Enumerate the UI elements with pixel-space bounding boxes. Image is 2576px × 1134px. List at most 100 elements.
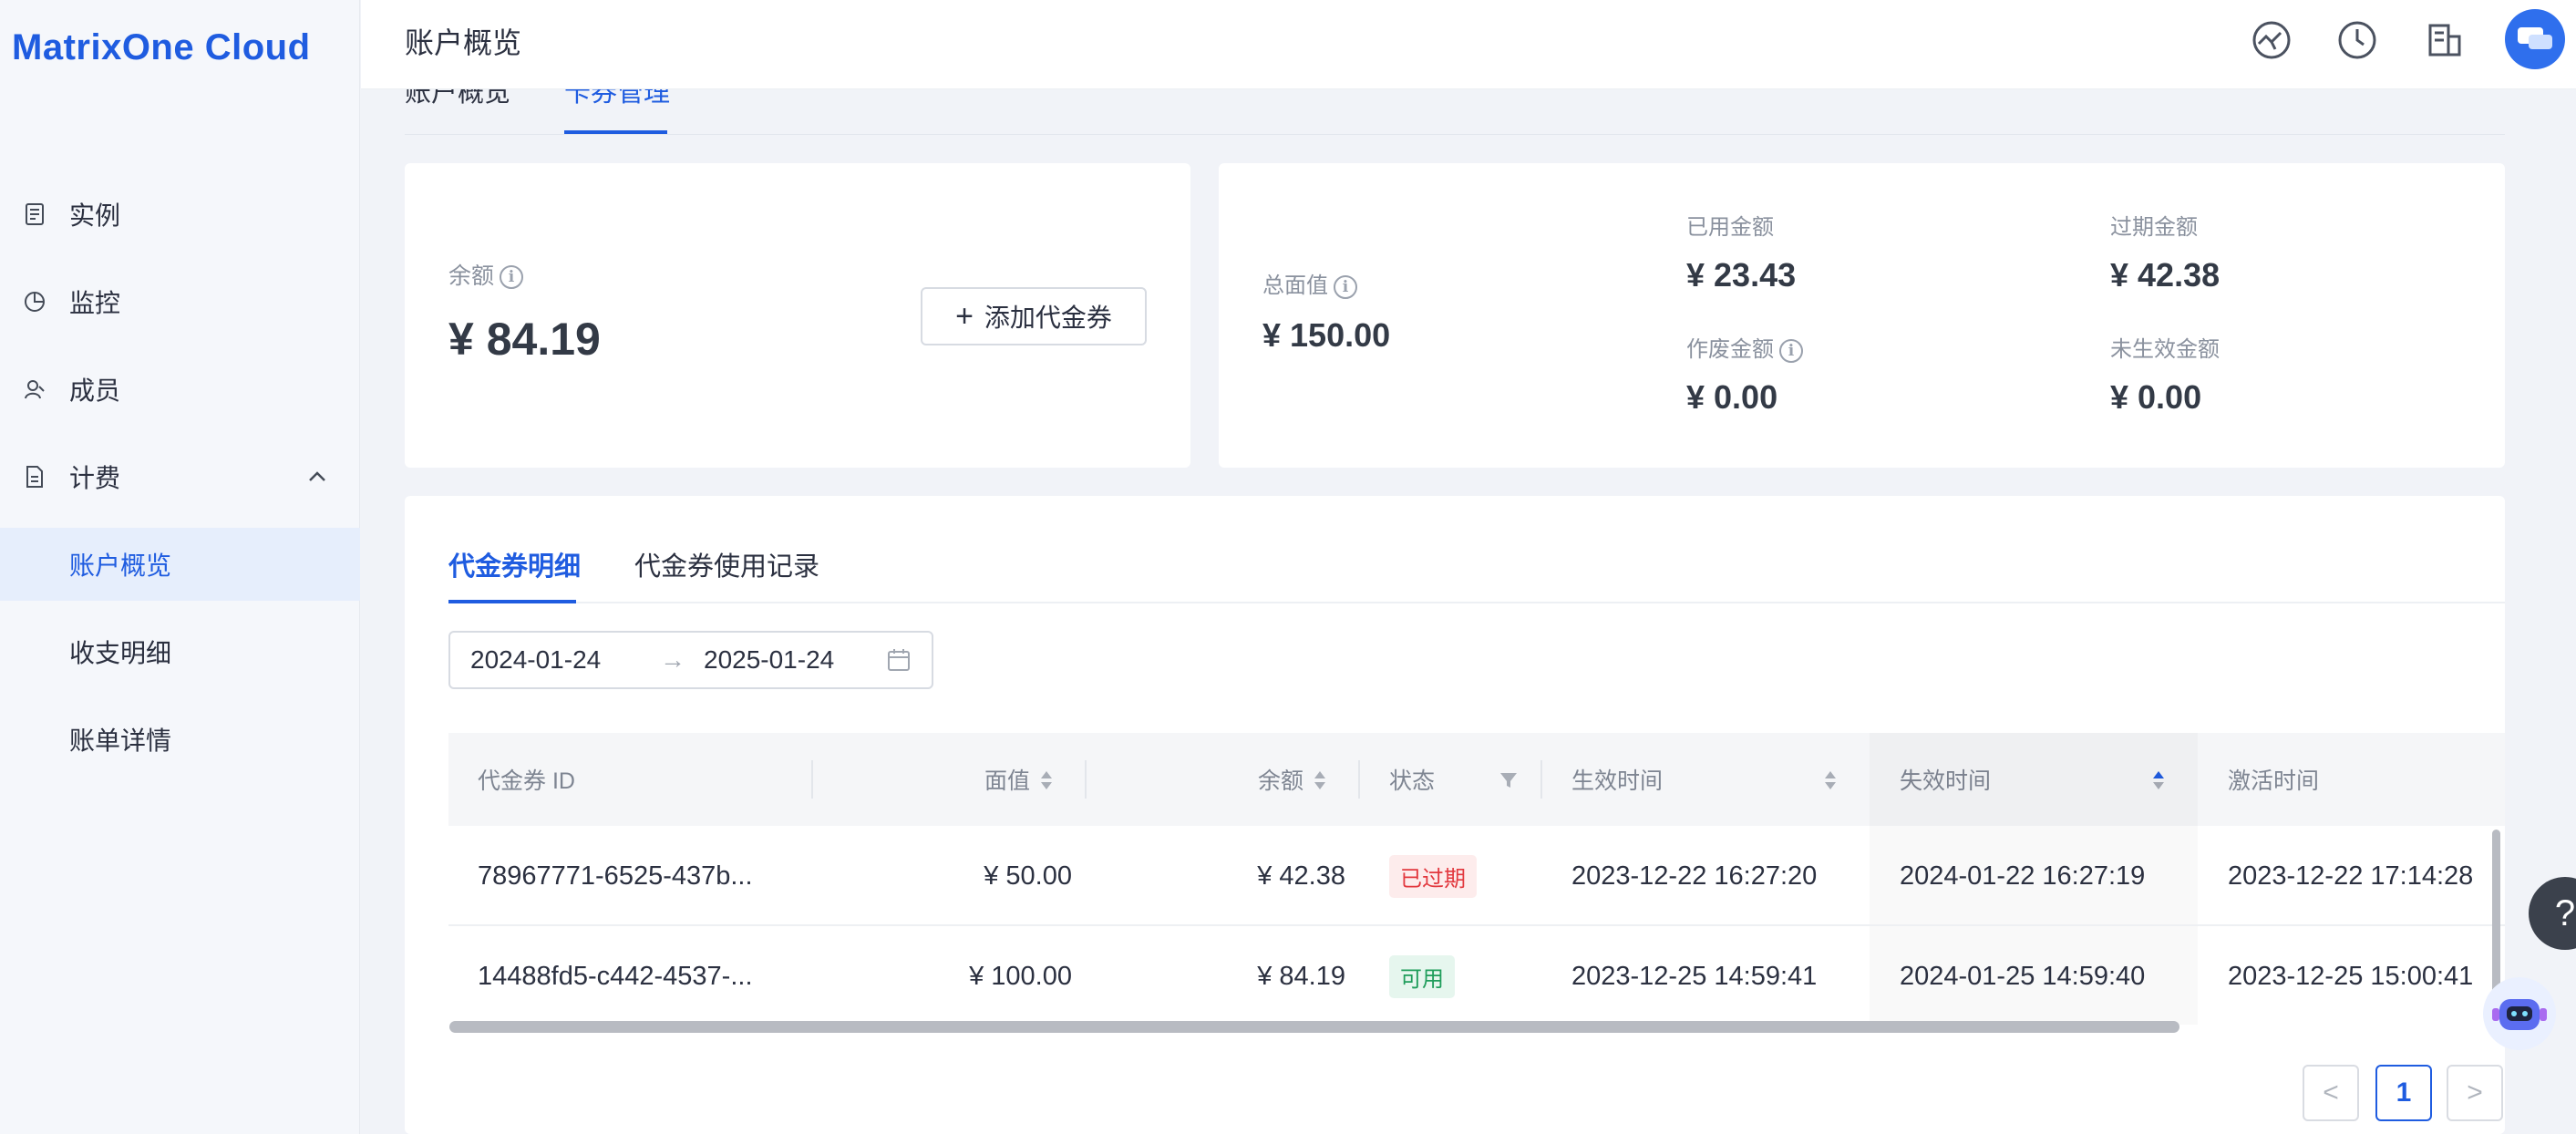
- status-badge: 已过期: [1389, 854, 1477, 898]
- plus-icon: +: [955, 298, 974, 334]
- chevron-up-icon[interactable]: [306, 468, 328, 486]
- sidebar-item-label: 实例: [69, 201, 121, 230]
- instance-icon: [26, 203, 44, 225]
- date-range-picker[interactable]: 2024-01-24 → 2025-01-24: [448, 631, 933, 689]
- expired-value: ¥ 42.38: [2110, 256, 2221, 294]
- page-title: 账户概览: [405, 26, 522, 59]
- col-activate-time: 激活时间: [2228, 768, 2320, 794]
- cell-voucher-id: 78967771-6525-437b...: [478, 861, 753, 891]
- cell-effective-time: 2023-12-25 14:59:41: [1571, 961, 1818, 991]
- help-button[interactable]: ?: [2529, 877, 2576, 950]
- assistant-bot-icon[interactable]: [2483, 977, 2556, 1050]
- info-icon[interactable]: i: [1779, 338, 1803, 363]
- balance-label: 余额: [448, 263, 495, 289]
- logo: MatrixOne Cloud: [12, 27, 311, 67]
- add-voucher-button[interactable]: + 添加代金券: [921, 287, 1147, 345]
- tab-voucher-usage[interactable]: 代金券使用记录: [634, 545, 819, 583]
- dashboard-icon[interactable]: [2251, 20, 2292, 60]
- sidebar: MatrixOne Cloud 实例 监控 成员 计费 账户概览 收支明细 账单…: [0, 0, 360, 1134]
- balance-label-row: 余额 i: [448, 258, 524, 291]
- sidebar-item-label: 成员: [69, 376, 121, 405]
- sort-icon[interactable]: [1039, 769, 1054, 791]
- tab-voucher-details[interactable]: 代金券明细: [448, 545, 581, 583]
- void-label-row: 作废金额 i: [1686, 331, 1803, 363]
- col-effective-time[interactable]: 生效时间: [1571, 733, 1663, 826]
- face-value-text: ¥ 50.00: [984, 861, 1072, 891]
- building-icon[interactable]: [2425, 20, 2465, 60]
- chat-bubble-icon: [2518, 27, 2552, 49]
- clock-icon[interactable]: [2337, 20, 2377, 60]
- table-row[interactable]: 78967771-6525-437b... ¥ 50.00 ¥ 42.38 已过…: [448, 826, 2505, 926]
- info-icon[interactable]: i: [500, 265, 524, 290]
- cell-expire-time: 2024-01-25 14:59:40: [1900, 961, 2146, 991]
- cell-activate-time: 2023-12-25 15:00:41: [2228, 961, 2474, 991]
- col-face-value[interactable]: 面值: [984, 733, 1030, 826]
- void-value: ¥ 0.00: [1686, 378, 1778, 416]
- total-value: ¥ 150.00: [1262, 316, 1391, 354]
- cell-balance: ¥ 84.19: [1232, 926, 1345, 1025]
- pagination-prev-button[interactable]: <: [2303, 1065, 2359, 1121]
- pending-label: 未生效金额: [2110, 337, 2220, 362]
- billing-icon: [26, 466, 43, 488]
- col-status: 状态: [1389, 768, 1436, 794]
- column-divider: [1358, 760, 1360, 799]
- sidebar-item-label: 计费: [69, 464, 121, 492]
- sidebar-item-bill-details[interactable]: 账单详情: [0, 703, 360, 776]
- sidebar-item-members[interactable]: 成员: [0, 353, 360, 426]
- used-label: 已用金额: [1686, 215, 1774, 240]
- col-balance[interactable]: 余额: [1258, 733, 1303, 826]
- cell-balance: ¥ 42.38: [1232, 826, 1345, 926]
- sidebar-item-label: 收支明细: [69, 639, 172, 667]
- voucher-table: 代金券 ID 面值 余额 状态 生效时间 失效时间 激活时间 78967771-…: [448, 733, 2505, 1025]
- voucher-detail-panel: 代金券明细 代金券使用记录 2024-01-24 → 2025-01-24 代金…: [405, 496, 2505, 1134]
- balance-text: ¥ 42.38: [1257, 861, 1345, 891]
- cell-effective-time: 2023-12-22 16:27:20: [1571, 861, 1818, 891]
- balance-card: 余额 i ¥ 84.19 + 添加代金券: [405, 163, 1190, 468]
- header: 账户概览: [361, 0, 2576, 89]
- sort-icon[interactable]: [1313, 769, 1327, 791]
- total-label-row: 总面值 i: [1262, 267, 1357, 299]
- cell-activate-time: 2023-12-22 17:14:28: [2228, 861, 2474, 891]
- sidebar-item-label: 账单详情: [69, 727, 172, 755]
- sidebar-item-income-expense[interactable]: 收支明细: [0, 615, 360, 688]
- cell-face-value: ¥ 100.00: [959, 926, 1072, 1025]
- calendar-icon: [888, 649, 910, 671]
- sidebar-item-label: 监控: [69, 289, 121, 317]
- sidebar-item-label: 账户概览: [69, 552, 172, 580]
- face-value-text: ¥ 100.00: [969, 961, 1072, 991]
- tab-voucher-management[interactable]: 卡券管理: [564, 89, 670, 109]
- robot-icon: [2492, 999, 2547, 1030]
- tab-underline: [448, 600, 576, 603]
- horizontal-scrollbar[interactable]: [449, 1021, 2179, 1033]
- sidebar-item-account-overview[interactable]: 账户概览: [0, 528, 360, 601]
- sidebar-item-instances[interactable]: 实例: [0, 178, 360, 251]
- members-icon: [25, 380, 45, 399]
- cell-status: 已过期: [1389, 826, 1477, 926]
- pending-value: ¥ 0.00: [2110, 378, 2202, 416]
- sort-icon[interactable]: [1823, 769, 1838, 791]
- avatar[interactable]: [2505, 9, 2565, 69]
- column-divider: [1540, 760, 1542, 799]
- sidebar-item-monitor[interactable]: 监控: [0, 265, 360, 338]
- totals-card: 总面值 i ¥ 150.00 已用金额 ¥ 23.43 过期金额 ¥ 42.38 …: [1219, 163, 2505, 468]
- balance-text: ¥ 84.19: [1257, 961, 1345, 991]
- sidebar-item-billing[interactable]: 计费: [0, 440, 360, 513]
- top-tabs: 账户概览 卡券管理: [405, 89, 2505, 135]
- expired-label: 过期金额: [2110, 215, 2198, 240]
- tab-underline: [564, 130, 667, 134]
- date-end[interactable]: 2025-01-24: [704, 645, 834, 675]
- filter-icon[interactable]: [1499, 770, 1519, 790]
- cell-face-value: ¥ 50.00: [984, 826, 1072, 926]
- date-start[interactable]: 2024-01-24: [470, 645, 601, 675]
- table-row[interactable]: 14488fd5-c442-4537-... ¥ 100.00 ¥ 84.19 …: [448, 926, 2505, 1025]
- info-icon[interactable]: i: [1334, 274, 1357, 299]
- tab-account-overview[interactable]: 账户概览: [405, 89, 510, 109]
- pagination-page-1[interactable]: 1: [2375, 1065, 2432, 1121]
- cell-expire-time: 2024-01-22 16:27:19: [1900, 861, 2146, 891]
- add-voucher-label: 添加代金券: [984, 304, 1112, 332]
- cell-voucher-id: 14488fd5-c442-4537-...: [478, 961, 753, 991]
- pagination-next-button[interactable]: >: [2447, 1065, 2503, 1121]
- column-divider: [1085, 760, 1087, 799]
- used-value: ¥ 23.43: [1686, 256, 1797, 294]
- col-voucher-id: 代金券 ID: [478, 768, 575, 794]
